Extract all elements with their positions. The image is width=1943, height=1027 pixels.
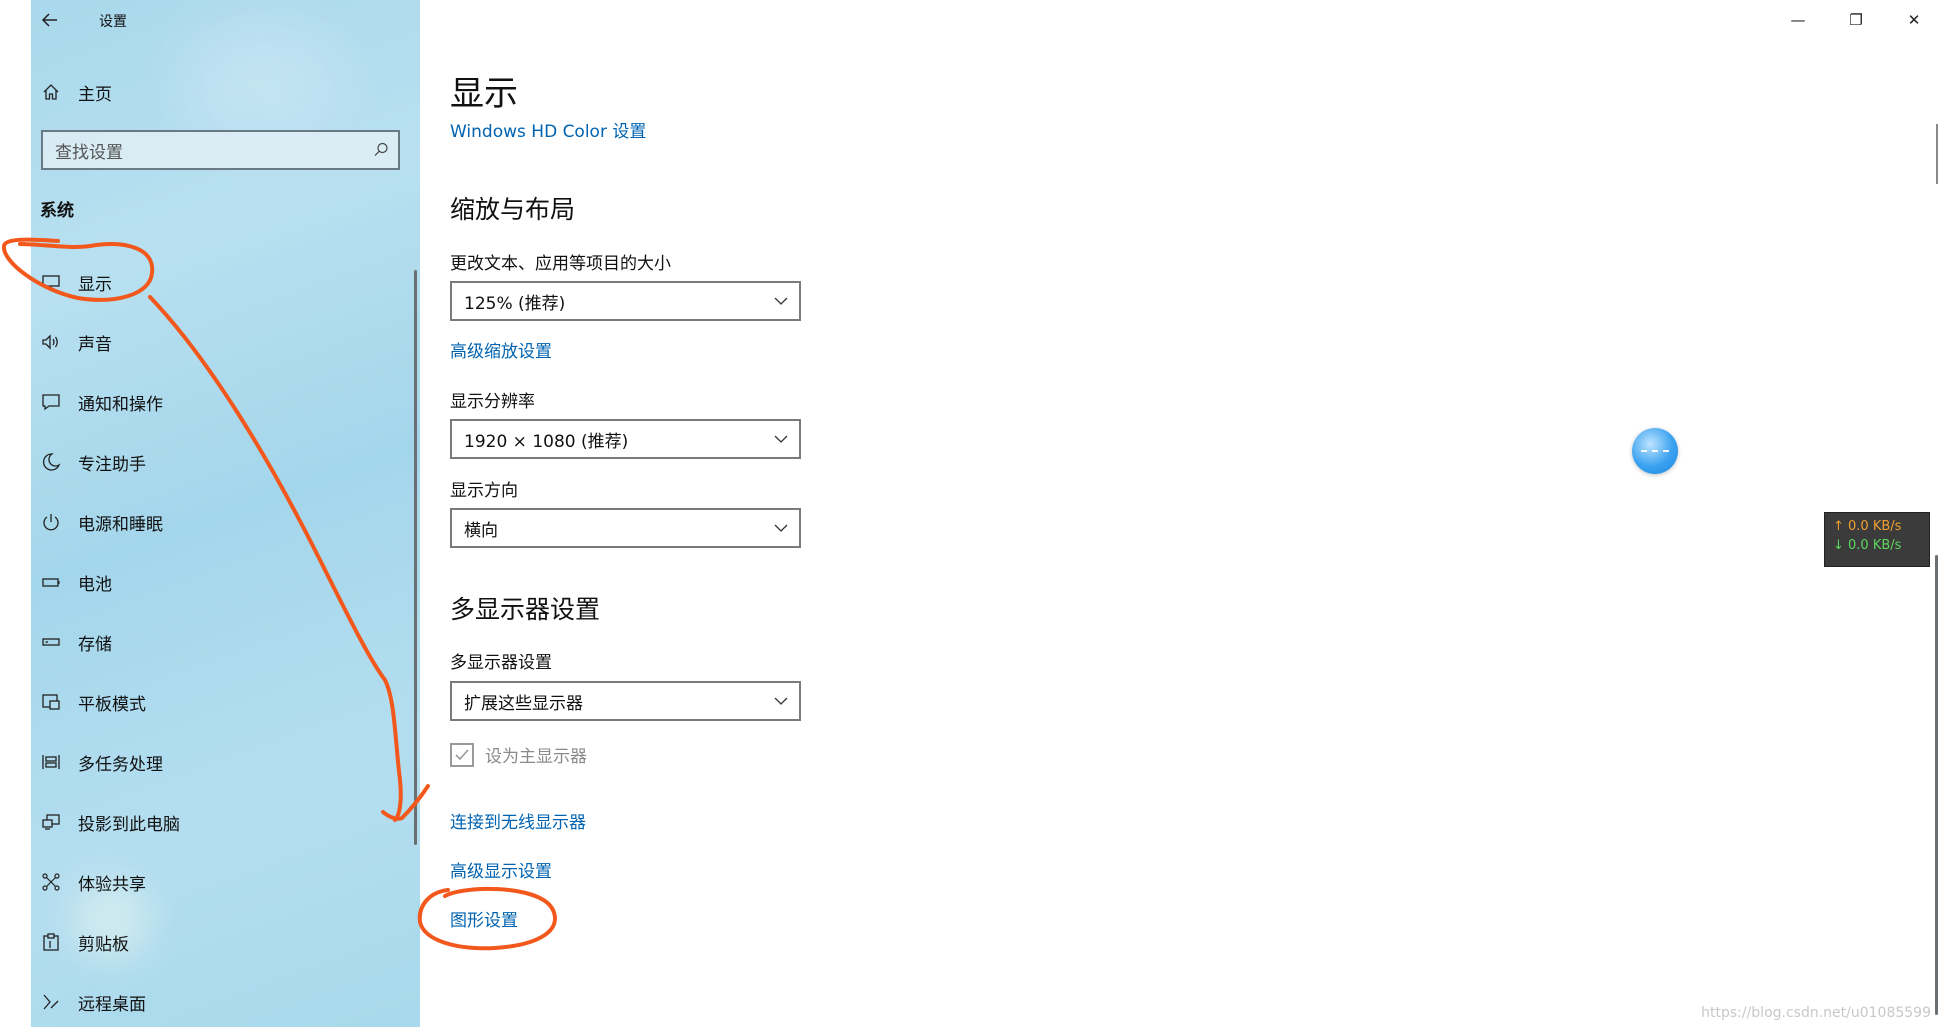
sidebar-item-label: 电源和睡眠 [78,514,163,535]
sidebar-item-label: 通知和操作 [78,394,163,415]
advanced-scaling-link[interactable]: 高级缩放设置 [450,337,552,362]
advanced-display-settings-link[interactable]: 高级显示设置 [450,857,552,882]
sidebar-item-label: 平板模式 [78,694,146,715]
floating-assistant-ball-icon[interactable] [1632,428,1678,474]
sidebar-item-label: 声音 [78,334,112,355]
network-speed-widget: ↑ 0.0 KB/s ↓ 0.0 KB/s [1824,512,1930,567]
project-icon [40,811,62,833]
share-icon [40,871,62,893]
resolution-dropdown-value: 1920 × 1080 (推荐) [464,431,629,452]
sidebar-glow [181,20,341,140]
sidebar-item-shared-experiences[interactable]: 体验共享 [40,862,400,902]
sidebar-item-label: 远程桌面 [78,994,146,1015]
settings-search-input[interactable]: 查找设置 [41,130,400,170]
sidebar-section-label: 系统 [40,201,74,221]
resolution-label: 显示分辨率 [450,392,535,412]
battery-icon [40,571,62,593]
sidebar-home[interactable]: 主页 [40,78,112,106]
scale-layout-heading: 缩放与布局 [450,195,576,224]
tablet-icon [40,691,62,713]
orientation-dropdown-value: 横向 [464,520,498,541]
chevron-down-icon [763,697,799,705]
hd-color-settings-link[interactable]: Windows HD Color 设置 [450,117,646,142]
back-arrow-icon[interactable] [40,10,62,32]
sidebar-item-tablet-mode[interactable]: 平板模式 [40,682,400,722]
sidebar-item-multitasking[interactable]: 多任务处理 [40,742,400,782]
remote-icon [40,991,62,1013]
chevron-down-icon [763,297,799,305]
scale-dropdown[interactable]: 125% (推荐) [450,281,801,321]
page-title: 显示 [450,74,518,114]
search-placeholder: 查找设置 [55,142,123,163]
sidebar-item-sound[interactable]: 声音 [40,322,400,362]
search-icon[interactable] [364,133,398,167]
multi-display-dropdown-value: 扩展这些显示器 [464,693,583,714]
moon-icon [40,451,62,473]
chevron-down-icon [763,435,799,443]
scale-label: 更改文本、应用等项目的大小 [450,254,671,274]
sidebar-item-label: 多任务处理 [78,754,163,775]
graphics-settings-link[interactable]: 图形设置 [450,906,518,931]
sidebar-item-label: 体验共享 [78,874,146,895]
sidebar-item-label: 投影到此电脑 [78,814,180,835]
notification-icon [40,391,62,413]
download-speed: ↓ 0.0 KB/s [1833,538,1902,553]
orientation-label: 显示方向 [450,481,518,501]
scroll-indicator-top [1936,124,1938,184]
chevron-down-icon [763,524,799,532]
sidebar-item-notifications[interactable]: 通知和操作 [40,382,400,422]
orb-dash [1641,450,1669,452]
window-left-gutter [0,0,31,1027]
sidebar-item-battery[interactable]: 电池 [40,562,400,602]
sidebar-item-label: 存储 [78,634,112,655]
multi-display-dropdown[interactable]: 扩展这些显示器 [450,681,801,721]
sidebar-item-label: 显示 [78,274,112,295]
speaker-icon [40,331,62,353]
sidebar-item-storage[interactable]: 存储 [40,622,400,662]
clipboard-icon [40,931,62,953]
window-title: 设置 [99,14,127,30]
sidebar-item-label: 电池 [78,574,112,595]
primary-display-label: 设为主显示器 [485,747,587,767]
minimize-button[interactable]: — [1769,0,1827,40]
display-settings-page: — ❐ ✕ 显示 Windows HD Color 设置 缩放与布局 更改文本、… [420,0,1943,1027]
monitor-icon [40,271,62,293]
restore-button[interactable]: ❐ [1827,0,1885,40]
sidebar-item-remote-desktop[interactable]: 远程桌面 [40,982,400,1022]
upload-speed: ↑ 0.0 KB/s [1833,519,1902,534]
sidebar-item-label: 剪贴板 [78,934,129,955]
sidebar-item-focus-assist[interactable]: 专注助手 [40,442,400,482]
sidebar-home-label: 主页 [78,84,112,105]
sidebar-item-display[interactable]: 显示 [40,262,400,302]
connect-wireless-display-link[interactable]: 连接到无线显示器 [450,808,586,833]
main-scrollbar[interactable] [1935,555,1938,1015]
multi-display-label: 多显示器设置 [450,653,552,673]
sidebar-item-power-sleep[interactable]: 电源和睡眠 [40,502,400,542]
storage-icon [40,631,62,653]
close-button[interactable]: ✕ [1885,0,1943,40]
window-controls: — ❐ ✕ [1769,0,1943,40]
primary-display-option: 设为主显示器 [450,742,587,767]
resolution-dropdown[interactable]: 1920 × 1080 (推荐) [450,419,801,459]
multitask-icon [40,751,62,773]
sidebar-item-project-to-pc[interactable]: 投影到此电脑 [40,802,400,842]
orientation-dropdown[interactable]: 横向 [450,508,801,548]
sidebar-item-clipboard[interactable]: 剪贴板 [40,922,400,962]
home-icon [40,81,62,103]
multi-display-heading: 多显示器设置 [450,595,601,624]
watermark-text: https://blog.csdn.net/u01085599 [1701,1005,1931,1021]
scale-dropdown-value: 125% (推荐) [464,293,566,314]
power-icon [40,511,62,533]
primary-display-checkbox[interactable] [450,742,474,767]
sidebar-scrollbar[interactable] [414,270,417,845]
sidebar-item-label: 专注助手 [78,454,146,475]
